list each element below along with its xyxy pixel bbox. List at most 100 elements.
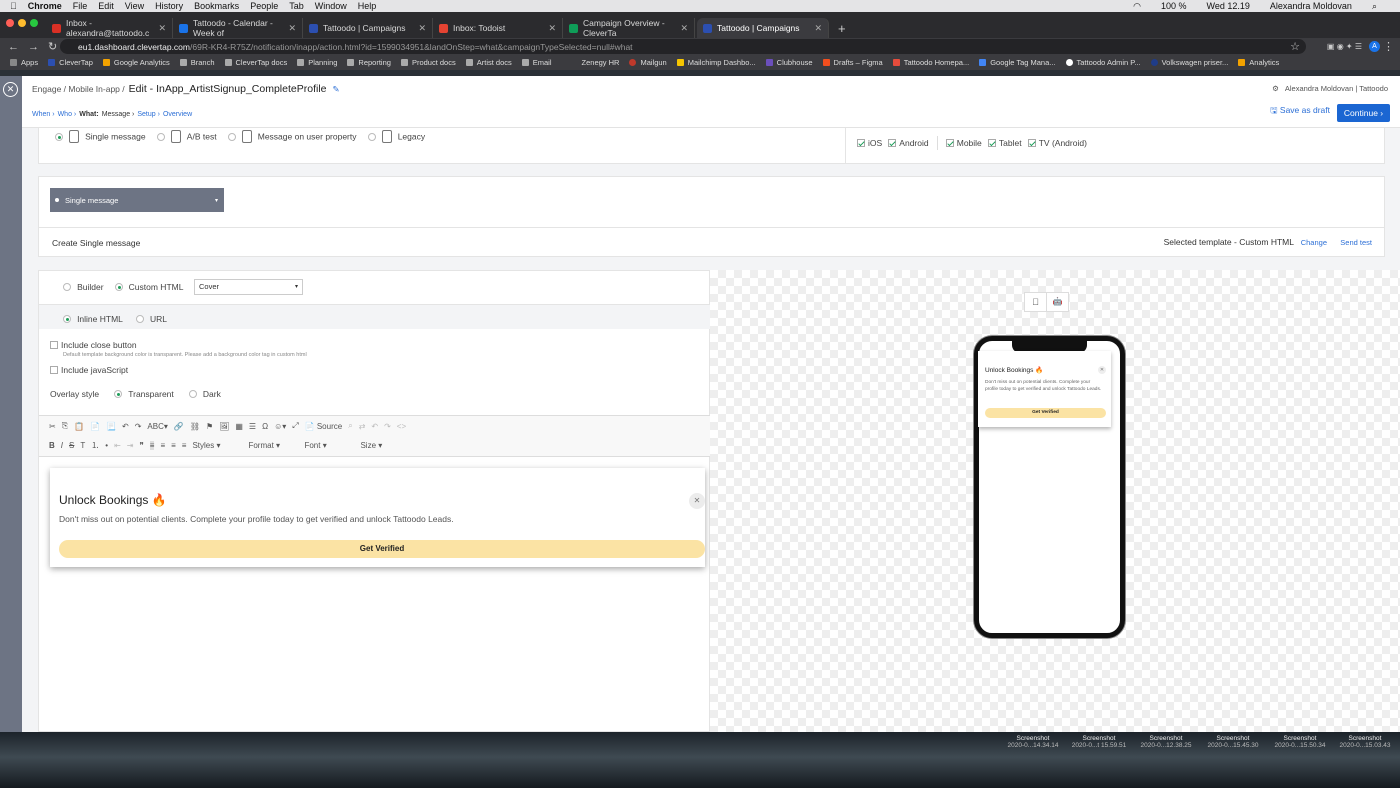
forward-icon[interactable]: → — [28, 41, 40, 53]
bookmark-item[interactable]: Volkswagen priser... — [1150, 58, 1228, 67]
menu-file[interactable]: File — [73, 1, 88, 11]
battery-status[interactable]: 100 % — [1161, 1, 1187, 11]
layout-select[interactable]: Cover ▾ — [194, 279, 303, 295]
browser-tab[interactable]: Inbox: Todoist ✕ — [433, 18, 563, 38]
menu-history[interactable]: History — [155, 1, 183, 11]
styles-select[interactable]: Styles ▾ — [192, 441, 242, 450]
menubar-user[interactable]: Alexandra Moldovan — [1270, 1, 1352, 11]
search-icon[interactable]: ⌕ — [1372, 1, 1377, 12]
javascript-checkbox[interactable] — [50, 366, 58, 375]
bookmark-item[interactable]: Branch — [179, 58, 215, 67]
variant-select[interactable]: Single message ▾ — [50, 188, 224, 212]
anchor-icon[interactable]: ⚑ — [206, 422, 213, 431]
bookmark-item[interactable]: Reporting — [347, 58, 391, 67]
bookmark-item[interactable]: Clubhouse — [765, 58, 813, 67]
close-button-checkbox[interactable] — [50, 341, 58, 350]
clear-format-icon[interactable]: T — [80, 441, 85, 450]
browser-tab[interactable]: Tattoodo | Campaigns ✕ — [303, 18, 433, 38]
menu-people[interactable]: People — [250, 1, 278, 11]
radio-ab-test[interactable] — [156, 132, 165, 141]
android-checkbox[interactable] — [888, 139, 897, 147]
menu-bookmarks[interactable]: Bookmarks — [194, 1, 239, 11]
bold-icon[interactable]: B — [49, 441, 55, 450]
copy-icon[interactable]: ⎘ — [62, 421, 68, 431]
radio-transparent[interactable] — [114, 390, 123, 399]
radio-user-property[interactable] — [227, 132, 236, 141]
wifi-icon[interactable]: ◠ — [1133, 1, 1141, 12]
font-select[interactable]: Font ▾ — [304, 441, 354, 450]
get-verified-button[interactable]: Get Verified — [59, 540, 705, 558]
bookmark-item[interactable]: Email — [521, 58, 552, 67]
profile-avatar[interactable]: A — [1369, 41, 1380, 52]
inapp-message-editor-preview[interactable]: Unlock Bookings 🔥 Don't miss out on pote… — [50, 468, 705, 567]
bookmark-star-icon[interactable]: ☆ — [1290, 40, 1300, 53]
apple-icon[interactable]:  — [10, 1, 17, 11]
step-what[interactable]: What: — [79, 111, 98, 118]
radio-custom-html[interactable] — [114, 283, 123, 292]
align-right-icon[interactable]: ≡ — [171, 441, 176, 450]
phone-get-verified-button[interactable]: Get Verified — [985, 408, 1106, 418]
maximize-icon[interactable]: ⤢ — [292, 421, 298, 431]
chrome-menu-icon[interactable]: ⋮ — [1383, 40, 1394, 53]
close-tab-icon[interactable]: ✕ — [418, 23, 426, 34]
send-test-link[interactable]: Send test — [1340, 238, 1372, 247]
radio-builder[interactable] — [63, 283, 71, 292]
crumb-mobile-inapp[interactable]: Mobile In-app / — [68, 84, 124, 94]
extensions-icon[interactable]: ▣ ◉ ✦ ☰ — [1327, 42, 1362, 51]
step-who[interactable]: Who › — [58, 111, 77, 118]
back-icon[interactable]: ← — [8, 41, 20, 53]
blockquote-icon[interactable]: ❞ — [139, 441, 143, 450]
browser-tab-active[interactable]: Tattoodo | Campaigns ✕ — [697, 18, 829, 38]
spellcheck-icon[interactable]: ABC▾ — [147, 422, 167, 431]
minimize-window-icon[interactable] — [18, 19, 26, 27]
undo-icon[interactable]: ↶ — [371, 422, 378, 431]
bookmark-item[interactable]: Analytics — [1238, 58, 1279, 67]
bookmark-item[interactable]: CleverTap docs — [224, 58, 287, 67]
close-tab-icon[interactable]: ✕ — [814, 23, 822, 34]
close-icon[interactable]: ✕ — [1098, 366, 1106, 374]
menu-help[interactable]: Help — [358, 1, 377, 11]
bookmark-item[interactable]: Tattoodo Admin P... — [1065, 58, 1141, 67]
bookmark-item[interactable]: CleverTap — [48, 58, 93, 67]
radio-inline-html[interactable] — [63, 315, 71, 324]
phone-inapp-message[interactable]: Unlock Bookings 🔥 Don't miss out on pote… — [978, 351, 1111, 427]
indent-icon[interactable]: ⇥ — [127, 441, 134, 450]
size-select[interactable]: Size ▾ — [360, 441, 410, 450]
close-tab-icon[interactable]: ✕ — [288, 23, 296, 34]
numbered-list-icon[interactable]: ⒈ — [91, 440, 99, 451]
android-icon[interactable]: 🤖 — [1047, 293, 1068, 311]
format-select[interactable]: Format ▾ — [248, 441, 298, 450]
find-icon[interactable]: ⌕ — [348, 421, 352, 431]
bookmark-item[interactable]: Tattoodo Homepa... — [892, 58, 969, 67]
close-tab-icon[interactable]: ✕ — [158, 23, 166, 34]
code-icon[interactable]: <> — [397, 422, 406, 431]
close-tab-icon[interactable]: ✕ — [548, 23, 556, 34]
align-center-icon[interactable]: ≡ — [160, 441, 165, 450]
ios-checkbox[interactable] — [857, 139, 865, 147]
radio-single-message[interactable] — [55, 132, 63, 141]
link-icon[interactable]: 🔗 — [174, 422, 184, 431]
new-tab-button[interactable]: + — [832, 18, 852, 38]
bookmark-item[interactable]: Artist docs — [465, 58, 512, 67]
menu-window[interactable]: Window — [315, 1, 347, 11]
menu-app[interactable]: Chrome — [28, 1, 62, 11]
continue-button[interactable]: Continue › — [1337, 104, 1390, 122]
account-info[interactable]: ⚙ Alexandra Moldovan | Tattoodo — [1272, 84, 1388, 93]
desktop-file[interactable]: Screenshot 2020-0...15.03.43 — [1330, 735, 1400, 749]
special-char-icon[interactable]: Ω — [262, 422, 268, 431]
replace-icon[interactable]: ⇄ — [359, 422, 366, 431]
radio-dark[interactable] — [188, 390, 197, 399]
browser-tab[interactable]: Inbox - alexandra@tattoodo.c ✕ — [46, 18, 173, 38]
close-window-icon[interactable] — [6, 19, 14, 27]
bullet-list-icon[interactable]: • — [105, 441, 108, 450]
desktop-file[interactable]: Screenshot 2020-0...12.38.25 — [1131, 735, 1201, 749]
bookmark-item[interactable]: Drafts – Figma — [822, 58, 883, 67]
strike-icon[interactable]: S — [69, 441, 74, 450]
step-overview[interactable]: Overview — [163, 111, 192, 118]
close-icon[interactable]: ✕ — [689, 493, 705, 509]
bookmark-item[interactable]: Mailchimp Dashbo... — [676, 58, 756, 67]
zoom-window-icon[interactable] — [30, 19, 38, 27]
emoji-icon[interactable]: ☺▾ — [274, 422, 286, 431]
desktop-file[interactable]: Screenshot 2020-0...14.34.14 — [998, 735, 1068, 749]
paste-word-icon[interactable]: 📃 — [106, 422, 116, 431]
